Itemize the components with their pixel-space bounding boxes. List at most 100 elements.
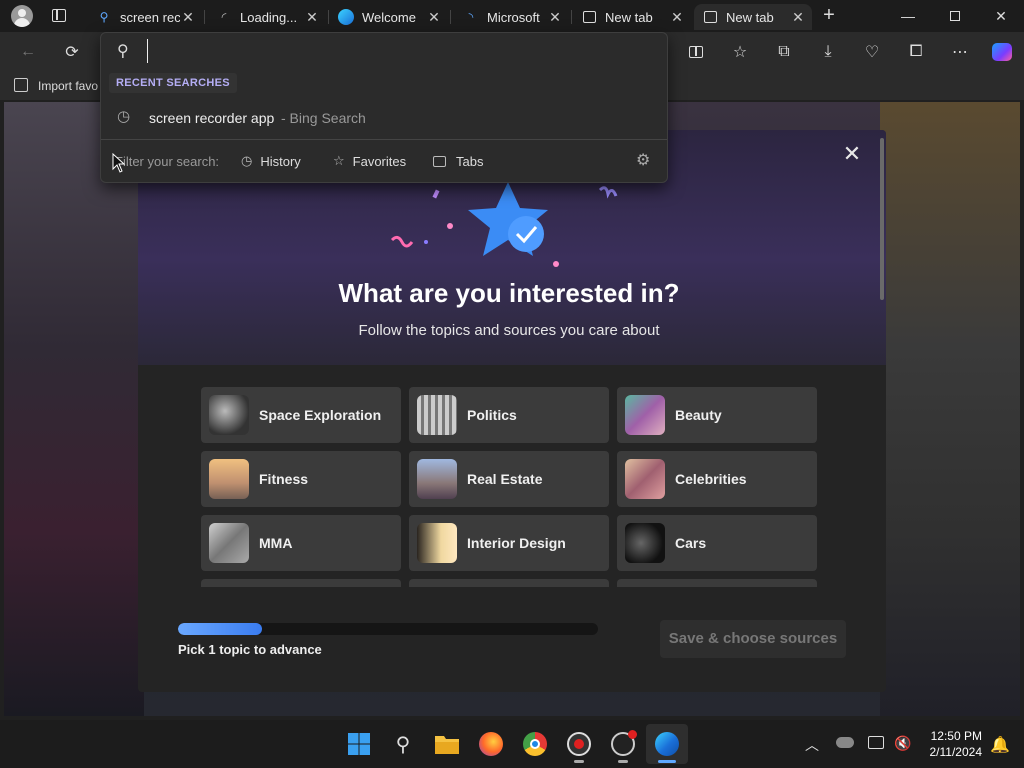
import-favorites-link[interactable]: Import favo (38, 79, 98, 93)
tab-6-active[interactable]: New tab ✕ (694, 4, 812, 30)
tab-4[interactable]: ◝ Microsoft ✕ (455, 4, 569, 30)
interests-dialog: ✕ What are you interested in? Follow the… (138, 130, 886, 692)
close-dialog-icon[interactable]: ✕ (840, 142, 864, 166)
topic-thumbnail (417, 395, 457, 435)
notification-bell-icon[interactable]: 🔔 (990, 735, 1010, 755)
copilot-icon[interactable] (990, 40, 1014, 64)
taskbar-search-icon[interactable]: ⚲ (390, 731, 416, 757)
firefox-icon[interactable] (478, 731, 504, 757)
newtab-icon (581, 9, 597, 25)
topic-fitness[interactable]: Fitness (201, 451, 401, 507)
recent-search-query: screen recorder app (149, 110, 275, 126)
history-clock-icon: ◷ (241, 153, 253, 168)
topic-thumbnail (625, 395, 665, 435)
extensions-icon[interactable]: ⧠ (904, 40, 928, 64)
recent-searches-header: RECENT SEARCHES (109, 73, 237, 93)
dialog-title: What are you interested in? (338, 278, 680, 308)
minimize-icon[interactable]: — (885, 0, 931, 32)
save-choose-sources-button[interactable]: Save & choose sources (660, 620, 846, 658)
tab-3[interactable]: Welcome ✕ (330, 4, 448, 30)
windows-start-icon[interactable] (346, 731, 372, 757)
topic-beauty[interactable]: Beauty (617, 387, 817, 443)
topic-row-partial (617, 579, 817, 587)
tab-label: New tab (605, 9, 653, 25)
settings-gear-icon[interactable]: ⚙ (636, 150, 650, 170)
edge-taskbar-icon[interactable] (654, 731, 680, 757)
topic-label: Interior Design (467, 535, 566, 551)
tab-label: Welcome (362, 9, 416, 25)
tab-label: New tab (726, 9, 774, 25)
profile-avatar[interactable] (11, 5, 33, 27)
loading-icon: ◜ (221, 10, 227, 24)
more-options-icon[interactable]: ⋯ (948, 40, 972, 64)
collections-icon[interactable]: ⧉ (772, 40, 796, 64)
search-input[interactable] (147, 39, 647, 63)
topic-politics[interactable]: Politics (409, 387, 609, 443)
tab-label: Loading... (240, 9, 298, 25)
topic-real-estate[interactable]: Real Estate (409, 451, 609, 507)
filter-favorites-button[interactable]: ☆ Favorites (333, 151, 406, 171)
tab-2[interactable]: ◜ Loading... ✕ (208, 4, 326, 30)
topic-label: Celebrities (675, 471, 747, 487)
clock-date[interactable]: 2/11/2024 (916, 745, 983, 759)
recent-search-item[interactable]: ◷ screen recorder app - Bing Search (101, 103, 667, 133)
downloads-icon[interactable]: ⤓ (816, 40, 840, 64)
close-tab-icon[interactable]: ✕ (669, 9, 685, 26)
edge-icon (338, 9, 354, 25)
topic-thumbnail (209, 523, 249, 563)
dialog-scrollbar[interactable] (880, 138, 884, 300)
tab-5[interactable]: New tab ✕ (573, 4, 691, 30)
running-indicator (574, 760, 584, 763)
onedrive-icon[interactable] (836, 737, 854, 748)
filter-tabs-button[interactable]: Tabs (433, 151, 483, 171)
file-explorer-icon[interactable] (434, 731, 460, 757)
tab-1[interactable]: ⚲ screen rec ✕ (88, 4, 202, 30)
split-screen-icon[interactable] (684, 40, 708, 64)
topic-label: Politics (467, 407, 517, 423)
close-tab-icon[interactable]: ✕ (180, 9, 196, 26)
loading-icon: ◝ (468, 10, 474, 24)
close-tab-icon[interactable]: ✕ (304, 9, 320, 26)
tab-label: Microsoft (487, 9, 540, 25)
history-clock-icon: ◷ (117, 108, 131, 125)
topic-thumbnail (209, 459, 249, 499)
restore-icon[interactable] (932, 0, 978, 32)
tab-label: screen rec (120, 9, 180, 25)
show-hidden-icons-chevron-icon[interactable]: ︿ (805, 735, 819, 755)
topic-thumbnail (417, 523, 457, 563)
search-dropdown: ⚲ RECENT SEARCHES ◷ screen recorder app … (100, 32, 668, 183)
recent-search-source: - Bing Search (281, 110, 366, 126)
progress-track (178, 623, 598, 635)
obs-studio-icon[interactable] (610, 730, 637, 757)
browser-essentials-icon[interactable]: ♡ (860, 40, 884, 64)
chrome-icon[interactable] (522, 731, 548, 757)
active-indicator (658, 760, 676, 763)
volume-muted-icon[interactable]: 🔇 (894, 735, 911, 752)
favorites-star-icon[interactable]: ☆ (728, 40, 752, 64)
tab-actions-icon[interactable] (52, 9, 66, 22)
close-tab-icon[interactable]: ✕ (547, 9, 563, 26)
new-tab-plus-icon[interactable]: + (818, 4, 840, 26)
topic-thumbnail (625, 459, 665, 499)
network-icon[interactable] (868, 736, 884, 749)
topic-space-exploration[interactable]: Space Exploration (201, 387, 401, 443)
tabs-icon (433, 155, 446, 167)
close-tab-icon[interactable]: ✕ (790, 9, 806, 26)
running-indicator (618, 760, 628, 763)
topic-mma[interactable]: MMA (201, 515, 401, 571)
topic-label: Cars (675, 535, 707, 551)
back-arrow-icon[interactable]: ← (16, 40, 40, 64)
close-window-icon[interactable]: ✕ (978, 0, 1024, 32)
topic-celebrities[interactable]: Celebrities (617, 451, 817, 507)
refresh-icon[interactable]: ⟳ (60, 40, 84, 64)
topic-cars[interactable]: Cars (617, 515, 817, 571)
close-tab-icon[interactable]: ✕ (426, 9, 442, 26)
topic-label: Fitness (259, 471, 309, 487)
star-check-illustration (390, 182, 618, 267)
screen-recorder-icon[interactable] (566, 731, 592, 757)
topic-label: Beauty (675, 407, 722, 423)
filter-history-button[interactable]: ◷ History (241, 151, 301, 171)
search-icon: ⚲ (99, 10, 109, 24)
topic-interior-design[interactable]: Interior Design (409, 515, 609, 571)
clock-time[interactable]: 12:50 PM (920, 729, 982, 743)
